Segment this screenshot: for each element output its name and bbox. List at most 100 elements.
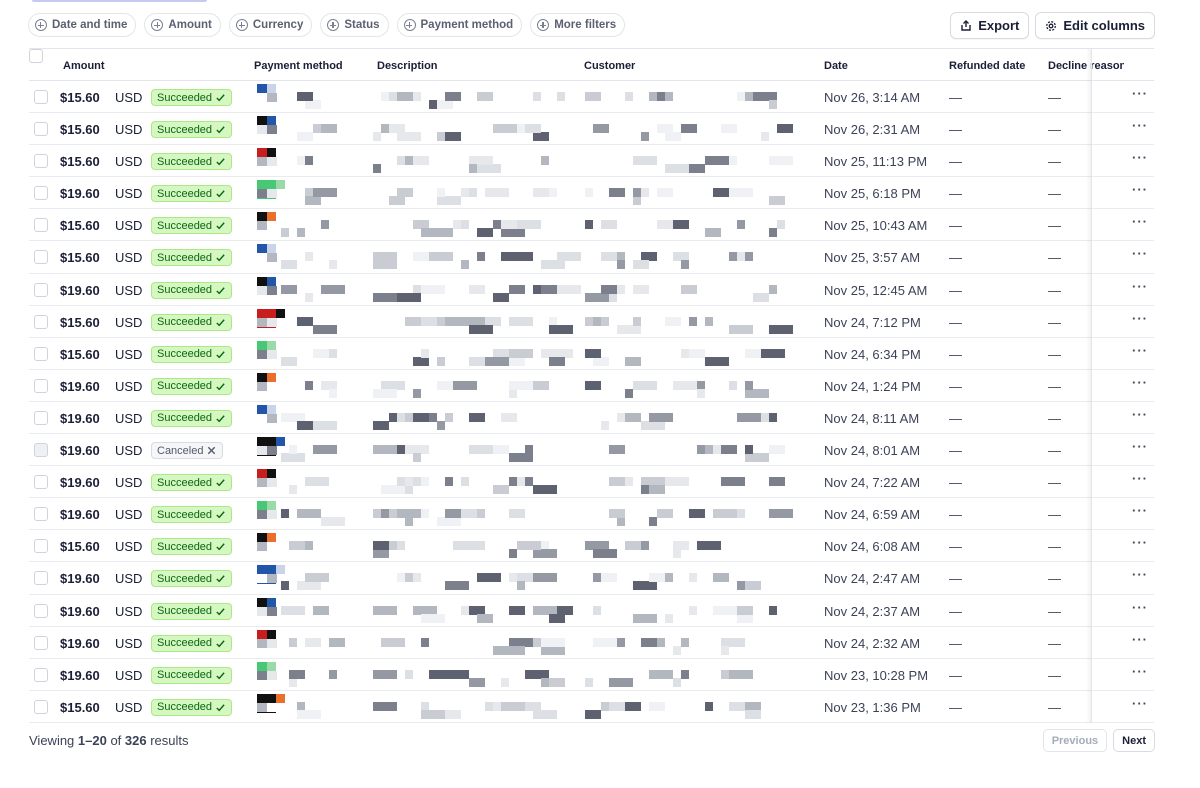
table-row[interactable]: $19.60 USD Succeeded Nov 24, 6:59 AM — — ···	[29, 498, 1154, 531]
previous-page-button[interactable]: Previous	[1042, 729, 1108, 752]
currency-value: USD	[115, 571, 143, 587]
export-icon	[961, 19, 971, 31]
row-checkbox[interactable]	[34, 250, 48, 265]
date-value: Nov 24, 8:11 AM	[824, 410, 920, 426]
status-badge: Succeeded	[151, 121, 233, 139]
row-more-actions-button[interactable]: ···	[1132, 600, 1148, 615]
row-more-actions-button[interactable]: ···	[1132, 535, 1148, 550]
table-row[interactable]: $19.60 USD Succeeded Nov 24, 8:11 AM — — ···	[29, 402, 1154, 435]
next-page-button[interactable]: Next	[1113, 729, 1155, 752]
row-checkbox[interactable]	[34, 699, 48, 714]
row-more-actions-button[interactable]: ···	[1132, 343, 1148, 358]
row-more-actions-button[interactable]: ···	[1132, 439, 1148, 454]
currency-value: USD	[115, 410, 143, 426]
row-checkbox[interactable]	[34, 282, 48, 297]
table-row[interactable]: $15.60 USD Succeeded Nov 25, 3:57 AM — — ···	[29, 241, 1154, 274]
row-more-actions-button[interactable]: ···	[1132, 118, 1148, 133]
table-row[interactable]: $15.60 USD Succeeded Nov 24, 6:08 AM — — ···	[29, 530, 1154, 563]
status-badge: Succeeded	[151, 538, 233, 556]
table-row[interactable]: $15.60 USD Succeeded Nov 24, 7:12 PM — — ···	[29, 306, 1154, 338]
filter-status[interactable]: Status	[320, 13, 389, 37]
customer-redacted	[585, 338, 805, 370]
table-row[interactable]: $15.60 USD Succeeded Nov 25, 11:13 PM — — ···	[29, 145, 1154, 178]
row-checkbox[interactable]	[34, 507, 48, 522]
row-checkbox[interactable]	[34, 475, 48, 490]
row-checkbox[interactable]	[34, 410, 48, 425]
row-checkbox[interactable]	[34, 186, 48, 201]
row-checkbox[interactable]	[34, 346, 48, 361]
table-row[interactable]: $19.60 USD Succeeded Nov 24, 2:37 AM — — ···	[29, 595, 1154, 627]
filter-bar: Date and time Amount Currency Status Payment…	[28, 13, 626, 37]
description-redacted	[373, 498, 573, 530]
row-checkbox[interactable]	[34, 443, 48, 458]
edit-columns-button[interactable]: Edit columns	[1035, 12, 1155, 39]
filter-date-and-time[interactable]: Date and time	[28, 13, 137, 37]
row-more-actions-button[interactable]: ···	[1132, 632, 1148, 647]
row-more-actions-button[interactable]: ···	[1132, 311, 1148, 326]
row-more-actions-button[interactable]: ···	[1132, 86, 1148, 101]
date-value: Nov 24, 2:32 AM	[824, 635, 921, 651]
table-row[interactable]: $19.60 USD Canceled Nov 24, 8:01 AM — — ···	[29, 434, 1154, 467]
row-more-actions-button[interactable]: ···	[1132, 182, 1148, 197]
row-checkbox[interactable]	[34, 603, 48, 618]
row-checkbox[interactable]	[34, 90, 48, 104]
filter-payment-method[interactable]: Payment method	[396, 13, 523, 37]
filter-more[interactable]: More filters	[530, 13, 626, 37]
row-checkbox[interactable]	[34, 667, 48, 682]
column-header-refunded-date[interactable]: Refunded date	[949, 60, 1025, 72]
date-value: Nov 26, 2:31 AM	[824, 122, 921, 138]
row-more-actions-button[interactable]: ···	[1132, 664, 1148, 679]
table-row[interactable]: $15.60 USD Succeeded Nov 26, 3:14 AM — — ···	[29, 81, 1154, 114]
payment-method-redacted	[257, 209, 347, 241]
table-row[interactable]: $19.60 USD Succeeded Nov 24, 1:24 PM — — ···	[29, 370, 1154, 402]
status-label: Succeeded	[157, 412, 213, 425]
column-header-customer[interactable]: Customer	[584, 60, 635, 72]
row-checkbox[interactable]	[34, 154, 48, 169]
row-checkbox[interactable]	[34, 218, 48, 233]
row-more-actions-button[interactable]: ···	[1132, 567, 1148, 582]
row-checkbox[interactable]	[34, 539, 48, 554]
date-value: Nov 24, 7:12 PM	[824, 314, 921, 330]
filter-amount[interactable]: Amount	[144, 13, 221, 37]
decline-reason-value: —	[1048, 603, 1061, 619]
row-more-actions-button[interactable]: ···	[1132, 375, 1148, 390]
row-more-actions-button[interactable]: ···	[1132, 471, 1148, 486]
date-value: Nov 24, 6:59 AM	[824, 507, 921, 523]
row-checkbox[interactable]	[34, 314, 48, 329]
date-value: Nov 25, 6:18 PM	[824, 186, 921, 202]
payment-method-redacted	[257, 562, 347, 594]
table-row[interactable]: $15.60 USD Succeeded Nov 23, 1:36 PM — — ···	[29, 691, 1154, 723]
filter-currency[interactable]: Currency	[228, 13, 313, 37]
refunded-date-value: —	[949, 571, 962, 587]
row-more-actions-button[interactable]: ···	[1132, 279, 1148, 294]
export-button[interactable]: Export	[950, 12, 1030, 39]
table-row[interactable]: $15.60 USD Succeeded Nov 26, 2:31 AM — — ···	[29, 113, 1154, 146]
table-row[interactable]: $15.60 USD Succeeded Nov 25, 10:43 AM — — ···	[29, 209, 1154, 242]
table-row[interactable]: $19.60 USD Succeeded Nov 25, 6:18 PM — — ···	[29, 177, 1154, 210]
row-more-actions-button[interactable]: ···	[1132, 246, 1148, 261]
description-redacted	[373, 81, 573, 113]
status-label: Succeeded	[157, 540, 213, 553]
table-row[interactable]: $19.60 USD Succeeded Nov 23, 10:28 PM — — ···	[29, 659, 1154, 691]
table-row[interactable]: $19.60 USD Succeeded Nov 24, 7:22 AM — — ···	[29, 466, 1154, 499]
row-checkbox[interactable]	[34, 378, 48, 393]
status-label: Succeeded	[157, 380, 213, 393]
table-row[interactable]: $19.60 USD Succeeded Nov 25, 12:45 AM — — ···	[29, 274, 1154, 306]
column-header-amount[interactable]: Amount	[63, 60, 105, 72]
table-row[interactable]: $19.60 USD Succeeded Nov 24, 2:32 AM — — ···	[29, 627, 1154, 659]
table-row[interactable]: $15.60 USD Succeeded Nov 24, 6:34 PM — — ···	[29, 338, 1154, 370]
payment-method-redacted	[257, 434, 347, 466]
row-more-actions-button[interactable]: ···	[1132, 150, 1148, 165]
column-header-description[interactable]: Description	[377, 60, 438, 72]
row-checkbox[interactable]	[34, 122, 48, 137]
table-row[interactable]: $19.60 USD Succeeded Nov 24, 2:47 AM — — ···	[29, 562, 1154, 595]
row-more-actions-button[interactable]: ···	[1132, 214, 1148, 229]
row-more-actions-button[interactable]: ···	[1132, 696, 1148, 711]
row-checkbox[interactable]	[34, 635, 48, 650]
select-all-checkbox[interactable]	[29, 49, 43, 63]
column-header-payment-method[interactable]: Payment method	[254, 60, 343, 72]
row-more-actions-button[interactable]: ···	[1132, 407, 1148, 422]
row-more-actions-button[interactable]: ···	[1132, 503, 1148, 518]
row-checkbox[interactable]	[34, 571, 48, 586]
column-header-date[interactable]: Date	[824, 60, 848, 72]
